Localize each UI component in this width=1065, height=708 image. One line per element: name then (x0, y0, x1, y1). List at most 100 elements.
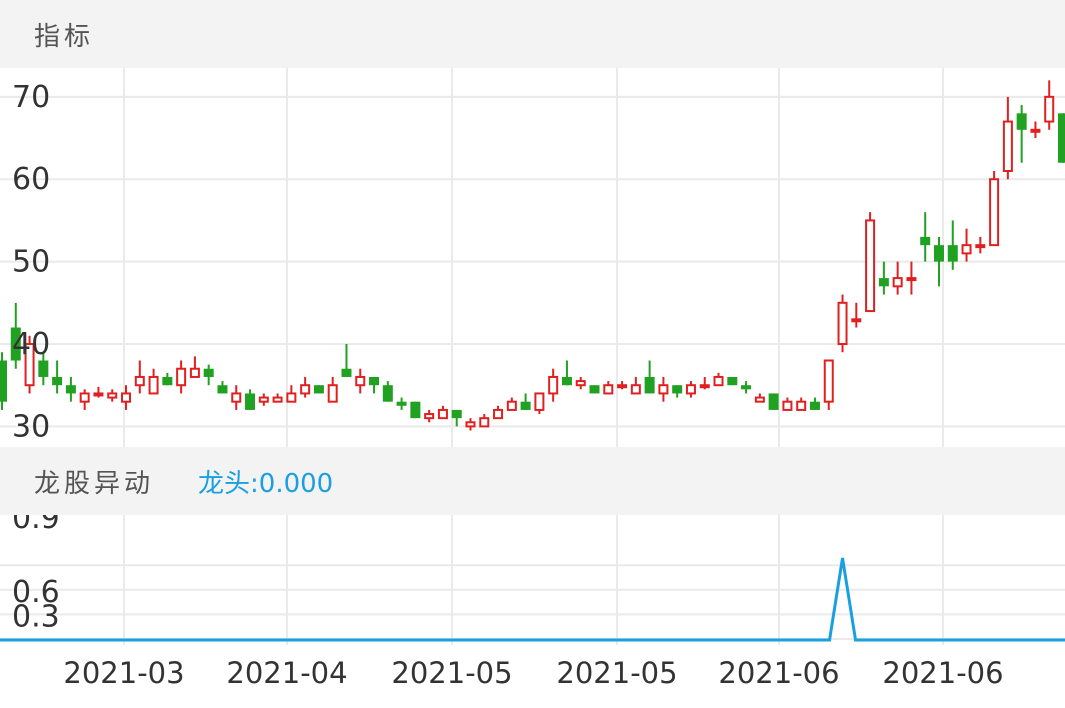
candle (396, 397, 407, 410)
candle-body (796, 400, 807, 411)
candle (892, 261, 903, 295)
dragon-indicator-chart[interactable]: 0.90.60.3 (0, 515, 1065, 645)
candle (658, 376, 669, 402)
price-axis-label: 30 (12, 409, 50, 444)
candle-body (630, 384, 641, 395)
candle-body (38, 360, 49, 377)
candle-body (961, 244, 972, 255)
candle (65, 376, 76, 402)
candle-body (493, 408, 504, 420)
candle (176, 360, 187, 394)
candle-body (148, 375, 159, 395)
candle-body (203, 368, 214, 377)
candle (1058, 113, 1065, 163)
candle (479, 414, 490, 428)
candle (506, 397, 517, 411)
candle (245, 389, 256, 410)
candle (93, 386, 104, 398)
candle (1016, 105, 1027, 163)
candle (920, 212, 931, 262)
candle (0, 352, 7, 410)
candle (823, 359, 834, 410)
candle (878, 261, 889, 295)
candle (369, 376, 380, 394)
candle-body (644, 376, 655, 394)
candle-body (410, 401, 421, 419)
candle (52, 360, 63, 394)
candle (699, 376, 710, 390)
indicator-axis-labels: 0.90.60.3 (12, 515, 60, 634)
candle (754, 393, 765, 403)
candle (189, 356, 200, 378)
candle (837, 294, 848, 353)
candle (534, 392, 545, 415)
candle-body (823, 359, 834, 403)
candle-body (341, 368, 352, 377)
price-axis-label: 40 (12, 327, 50, 362)
candle (272, 393, 283, 403)
candle-body (561, 376, 572, 386)
candle-body (741, 385, 752, 390)
candles (0, 80, 1065, 431)
candle-body (396, 401, 407, 406)
candle-body (52, 376, 63, 386)
candle-body (865, 219, 876, 313)
candle (134, 360, 145, 394)
candle (424, 409, 435, 423)
candle (203, 364, 214, 386)
price-axis-label: 50 (12, 245, 50, 280)
candle-body (603, 384, 614, 395)
candle (906, 261, 917, 295)
candle-body (272, 396, 283, 403)
candle-body (107, 392, 118, 399)
dragon-stock-title: 龙股异动 (34, 468, 155, 499)
price-axis-label: 60 (12, 162, 50, 197)
candle-body (0, 360, 7, 402)
candle-body (754, 396, 765, 403)
candle-body (313, 385, 324, 394)
candle (217, 381, 228, 394)
candlestick-chart[interactable]: 70 60 50 40 30 (0, 68, 1065, 447)
candle-body (506, 400, 517, 411)
candle (162, 372, 173, 386)
candle-body (382, 385, 393, 402)
candle (685, 381, 696, 398)
date-axis-label: 2021-05 (391, 656, 512, 690)
candle-body (548, 375, 559, 395)
indicator-line (0, 557, 1065, 642)
candle-body (79, 392, 90, 403)
candle (575, 376, 586, 390)
candle (300, 376, 311, 398)
candle-body (121, 392, 132, 403)
candle (465, 418, 476, 431)
candle (741, 381, 752, 394)
dragon-stock-header: 龙股异动 龙头:0.000 (0, 447, 1065, 515)
candle (782, 397, 793, 411)
candle-body (713, 375, 724, 387)
candle (548, 368, 559, 402)
candle-body (189, 367, 200, 378)
candle (451, 409, 462, 427)
candle-body (920, 236, 931, 246)
candle-body (217, 385, 228, 394)
candle-body (617, 384, 628, 389)
dragon-head-series (0, 557, 1065, 642)
candle-body (589, 385, 600, 394)
candle-body (768, 393, 779, 410)
candle (768, 393, 779, 410)
candle-body (989, 178, 1000, 247)
candle-body (1044, 95, 1055, 123)
candle-body (851, 318, 862, 323)
candle (961, 228, 972, 262)
candle-body (369, 376, 380, 386)
candle-body (465, 421, 476, 428)
candle (644, 360, 655, 394)
candle-body (837, 301, 848, 346)
candle (617, 381, 628, 390)
indicator-axis-label: 0.9 (12, 515, 60, 536)
candle-body (479, 417, 490, 428)
candle (1044, 80, 1055, 130)
candle (107, 389, 118, 402)
candle-body (300, 384, 311, 395)
candle-body (699, 384, 710, 389)
